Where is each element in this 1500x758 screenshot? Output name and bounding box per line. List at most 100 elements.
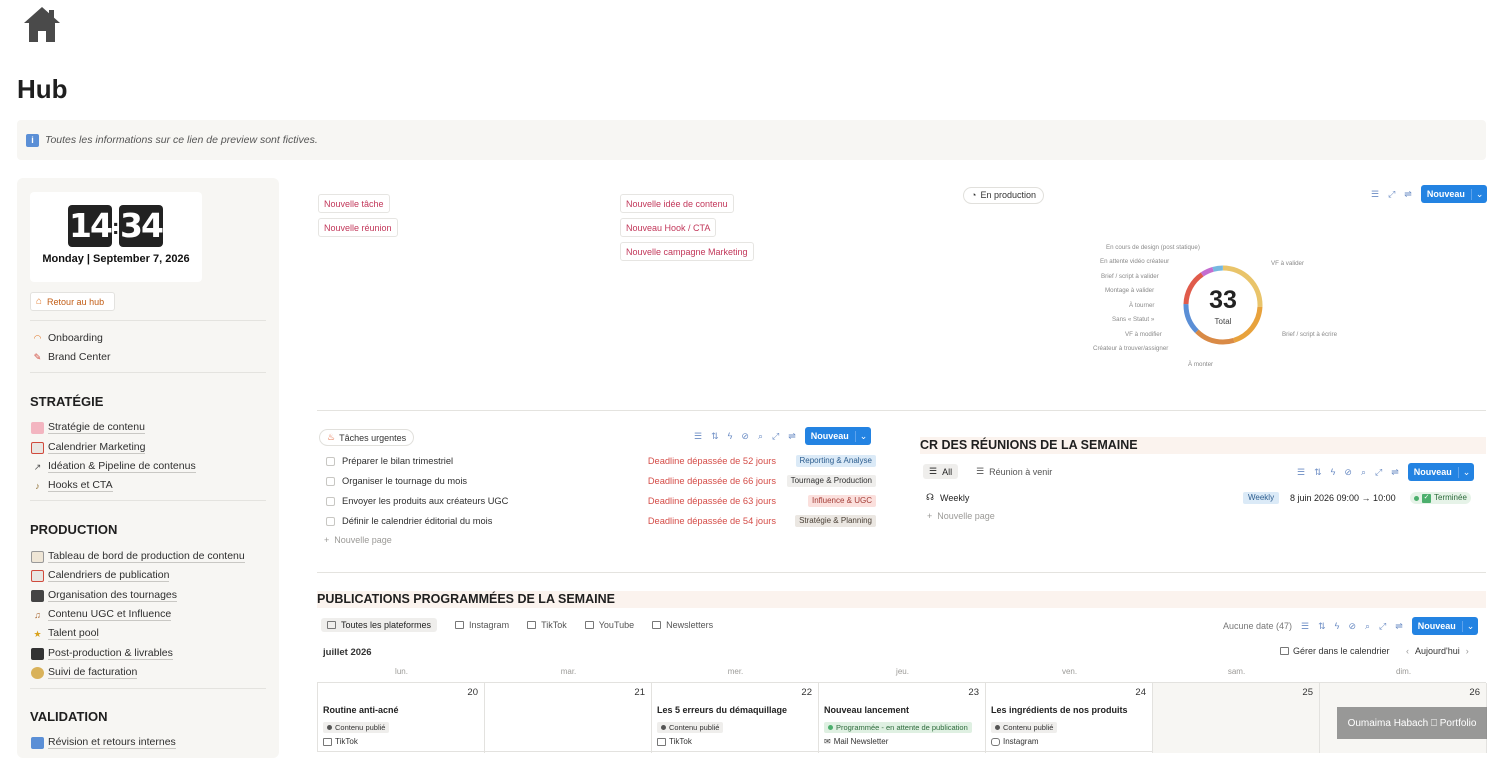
automation-icon[interactable]: ϟ — [1335, 621, 1340, 631]
chevron-right-icon[interactable]: › — [1466, 646, 1469, 656]
task-deadline: Deadline dépassée de 52 jours — [647, 456, 776, 466]
back-to-hub-button[interactable]: ⌂ Retour au hub — [30, 292, 115, 311]
table-row[interactable]: Organiser le tournage du mois Deadline d… — [326, 473, 876, 491]
calendar-day[interactable]: 21 — [485, 683, 652, 753]
manage-calendar-button[interactable]: Gérer dans le calendrier — [1280, 646, 1390, 656]
calendar-card-title[interactable]: Les ingrédients de nos produits — [991, 705, 1128, 715]
tab-tiktok[interactable]: TikTok — [527, 620, 567, 630]
new-button[interactable]: Nouveau ⌄ — [1407, 463, 1475, 481]
filter-icon[interactable]: ☰ — [1301, 621, 1309, 632]
new-campaign-button[interactable]: Nouvelle campagne Marketing — [620, 242, 754, 261]
expand-icon[interactable]: ⤢ — [772, 431, 779, 442]
checkbox[interactable] — [326, 497, 335, 506]
hide-icon[interactable]: ⊘ — [741, 431, 749, 442]
new-task-button[interactable]: Nouvelle tâche — [318, 194, 390, 213]
tab-all[interactable]: ☰ All — [923, 464, 959, 479]
sort-icon[interactable]: ⇅ — [1318, 621, 1326, 632]
chevron-down-icon[interactable]: ⌄ — [1457, 466, 1475, 478]
day-header: mer. — [727, 667, 744, 676]
settings-icon[interactable]: ⇌ — [788, 431, 796, 442]
chevron-left-icon[interactable]: ‹ — [1406, 646, 1409, 656]
sidebar-item-tableau-de-bord[interactable]: Tableau de bord de production de contenu — [31, 550, 245, 563]
new-button[interactable]: Nouveau ⌄ — [804, 427, 872, 445]
sidebar-item-label: Talent pool — [48, 627, 99, 640]
sidebar-item-post-production[interactable]: Post-production & livrables — [31, 647, 173, 660]
chevron-down-icon[interactable]: ⌄ — [854, 430, 872, 442]
divider — [30, 320, 266, 321]
filter-icon[interactable]: ☰ — [1297, 467, 1305, 478]
calendar-card-title[interactable]: Nouveau lancement — [824, 705, 909, 715]
hide-icon[interactable]: ⊘ — [1348, 621, 1356, 632]
tab-all-platforms[interactable]: Toutes les plateformes — [321, 618, 438, 632]
today-button[interactable]: Aujourd'hui — [1415, 646, 1460, 656]
sort-icon[interactable]: ⇅ — [711, 431, 719, 442]
sidebar-item-ideation[interactable]: ↗ Idéation & Pipeline de contenus — [31, 460, 196, 473]
checkbox[interactable] — [326, 457, 335, 466]
calendar-day[interactable]: 22 Les 5 erreurs du démaquillage Contenu… — [652, 683, 819, 753]
checkbox[interactable] — [326, 477, 335, 486]
tab-youtube[interactable]: YouTube — [584, 620, 634, 630]
filter-icon[interactable]: ☰ — [1371, 189, 1379, 200]
sidebar-item-talent-pool[interactable]: ★ Talent pool — [31, 627, 99, 640]
status-label: Contenu publié — [1003, 723, 1054, 732]
sidebar-item-onboarding[interactable]: ◠ Onboarding — [31, 332, 103, 344]
calendar-card-title[interactable]: Les 5 erreurs du démaquillage — [657, 705, 787, 715]
sidebar-item-revision[interactable]: Révision et retours internes — [31, 736, 176, 749]
settings-icon[interactable]: ⇌ — [1391, 467, 1399, 478]
table-row[interactable]: Préparer le bilan trimestriel Deadline d… — [326, 453, 876, 471]
chart-icon: ◔ — [971, 190, 977, 200]
tab-instagram[interactable]: Instagram — [455, 620, 509, 630]
calendar-day[interactable]: 24 Les ingrédients de nos produits Conte… — [986, 683, 1153, 753]
new-hook-cta-button[interactable]: Nouveau Hook / CTA — [620, 218, 717, 237]
new-page-button[interactable]: + Nouvelle page — [324, 535, 392, 545]
new-content-idea-button[interactable]: Nouvelle idée de contenu — [620, 194, 734, 213]
expand-icon[interactable]: ⤢ — [1388, 189, 1395, 200]
settings-icon[interactable]: ⇌ — [1404, 189, 1412, 200]
calendar-day[interactable]: 23 Nouveau lancement Programmée - en att… — [819, 683, 986, 753]
view-label: En production — [980, 190, 1036, 200]
table-row[interactable]: Définir le calendrier éditorial du mois … — [326, 513, 876, 531]
new-button[interactable]: Nouveau ⌄ — [1411, 617, 1479, 635]
new-meeting-button[interactable]: Nouvelle réunion — [318, 218, 398, 237]
sidebar-item-facturation[interactable]: Suivi de facturation — [31, 666, 138, 679]
production-view-tab[interactable]: ◔ En production — [963, 185, 1044, 204]
filter-icon[interactable]: ☰ — [694, 431, 702, 442]
donut-label: En cours de design (post statique) — [1106, 244, 1200, 251]
sidebar-item-hooks[interactable]: ♪ Hooks et CTA — [31, 479, 113, 492]
mail-icon: ✉ — [824, 737, 831, 746]
sidebar-item-ugc[interactable]: ♫ Contenu UGC et Influence — [31, 608, 172, 621]
search-icon[interactable]: ⌕ — [1361, 467, 1366, 478]
table-row[interactable]: Envoyer les produits aux créateurs UGC D… — [326, 493, 876, 511]
calendar-day[interactable]: 25 — [1153, 683, 1320, 753]
status-label: Contenu publié — [669, 723, 720, 732]
settings-icon[interactable]: ⇌ — [1395, 621, 1403, 632]
sidebar-item-brand-center[interactable]: ✎ Brand Center — [31, 351, 111, 363]
sidebar-item-calendrier-marketing[interactable]: Calendrier Marketing — [31, 441, 146, 454]
chevron-down-icon[interactable]: ⌄ — [1470, 188, 1488, 200]
automation-icon[interactable]: ϟ — [728, 431, 733, 441]
search-icon[interactable]: ⌕ — [1365, 621, 1370, 632]
table-row[interactable]: ☊ Weekly Weekly 8 juin 2026 09:00 → 10:0… — [926, 492, 1486, 506]
checkbox[interactable] — [326, 517, 335, 526]
sort-icon[interactable]: ⇅ — [1314, 467, 1322, 478]
tab-newsletters[interactable]: Newsletters — [652, 620, 713, 630]
urgent-tasks-view-tab[interactable]: ♨ Tâches urgentes — [319, 427, 415, 446]
automation-icon[interactable]: ϟ — [1331, 467, 1336, 477]
new-button[interactable]: Nouveau ⌄ — [1420, 185, 1488, 203]
hide-icon[interactable]: ⊘ — [1344, 467, 1352, 478]
calendar-day[interactable]: 20 Routine anti-acné Contenu publié TikT… — [318, 683, 485, 753]
back-label: Retour au hub — [47, 296, 105, 307]
chevron-down-icon[interactable]: ⌄ — [1461, 620, 1479, 632]
expand-icon[interactable]: ⤢ — [1379, 621, 1386, 632]
new-page-button[interactable]: + Nouvelle page — [927, 511, 995, 521]
tab-upcoming[interactable]: ☰ Réunion à venir — [976, 466, 1052, 477]
search-icon[interactable]: ⌕ — [758, 431, 763, 442]
sidebar-item-calendriers-publication[interactable]: Calendriers de publication — [31, 569, 170, 582]
expand-icon[interactable]: ⤢ — [1375, 467, 1382, 478]
sidebar-item-tournages[interactable]: Organisation des tournages — [31, 589, 177, 602]
donut-label: Sans « Statut » — [1112, 316, 1155, 323]
calendar-card-title[interactable]: Routine anti-acné — [323, 705, 399, 715]
platform-label: TikTok — [669, 737, 692, 746]
sidebar-item-strategie-contenu[interactable]: Stratégie de contenu — [31, 421, 145, 434]
no-date-button[interactable]: Aucune date (47) — [1223, 621, 1292, 631]
